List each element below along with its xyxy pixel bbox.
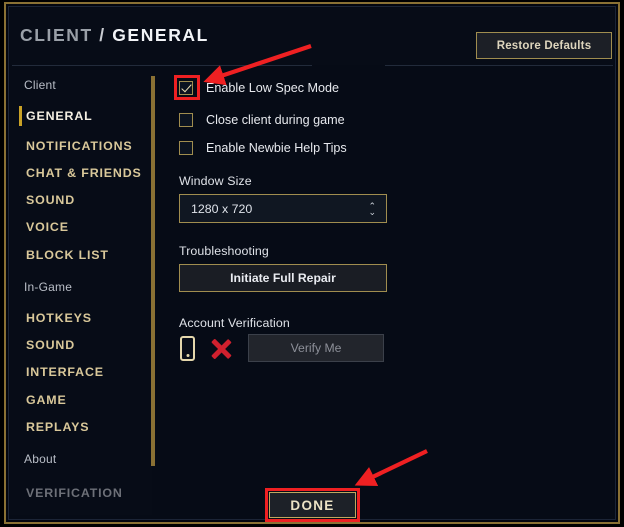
sidebar-item-label: GENERAL (26, 109, 93, 123)
sidebar-item-chat-friends[interactable]: CHAT & FRIENDS (18, 162, 152, 184)
settings-sidebar: Client GENERAL NOTIFICATIONS CHAT & FRIE… (10, 70, 152, 515)
done-button-wrapper: DONE (265, 488, 360, 522)
sidebar-item-block-list[interactable]: BLOCK LIST (18, 244, 152, 266)
checkbox-row-close-client-during-game[interactable]: Close client during game (179, 110, 345, 130)
checkbox-row-enable-newbie-help-tips[interactable]: Enable Newbie Help Tips (179, 138, 347, 158)
sidebar-group-label-in-game: In-Game (24, 280, 73, 294)
section-label-window-size: Window Size (179, 174, 252, 188)
sidebar-item-label: HOTKEYS (26, 311, 92, 325)
restore-defaults-button[interactable]: Restore Defaults (476, 32, 612, 59)
sidebar-item-notifications[interactable]: NOTIFICATIONS (18, 135, 152, 157)
sidebar-item-sound-ingame[interactable]: SOUND (18, 334, 152, 356)
checkbox-icon-unchecked[interactable] (179, 113, 193, 127)
sidebar-item-verification[interactable]: VERIFICATION (18, 482, 152, 504)
chevron-down-icon: ⌄ (368, 206, 376, 217)
red-x-icon (210, 338, 232, 360)
window-size-selected-value: 1280 x 720 (191, 201, 253, 216)
section-label-troubleshooting: Troubleshooting (179, 244, 269, 258)
client-settings-window: CLIENT / GENERAL Restore Defaults Client… (0, 0, 624, 527)
initiate-full-repair-button[interactable]: Initiate Full Repair (179, 264, 387, 292)
checkbox-icon-unchecked[interactable] (179, 141, 193, 155)
sidebar-group-label-client: Client (24, 78, 56, 92)
sidebar-item-hotkeys[interactable]: HOTKEYS (18, 307, 152, 329)
checkbox-label: Enable Newbie Help Tips (206, 141, 347, 155)
page-title: CLIENT / GENERAL (20, 25, 209, 46)
sidebar-item-sound-client[interactable]: SOUND (18, 189, 152, 211)
sidebar-item-label: REPLAYS (26, 420, 90, 434)
sidebar-group-label-about: About (24, 452, 57, 466)
sidebar-item-replays[interactable]: REPLAYS (18, 416, 152, 438)
sidebar-item-voice[interactable]: VOICE (18, 216, 152, 238)
sidebar-scrollbar[interactable] (151, 76, 155, 466)
checkbox-row-enable-low-spec-mode[interactable]: Enable Low Spec Mode (179, 78, 339, 98)
header-divider-left (12, 65, 312, 66)
header-bar: CLIENT / GENERAL Restore Defaults (10, 8, 614, 65)
sidebar-item-label: SOUND (26, 338, 75, 352)
sidebar-item-label: INTERFACE (26, 365, 104, 379)
sidebar-item-label: GAME (26, 393, 67, 407)
checkbox-label: Close client during game (206, 113, 345, 127)
checkbox-icon-checked[interactable] (179, 81, 193, 95)
breadcrumb-current: GENERAL (112, 25, 209, 45)
settings-main-panel: Enable Low Spec Mode Close client during… (160, 70, 614, 515)
sidebar-item-interface[interactable]: INTERFACE (18, 361, 152, 383)
sidebar-item-label: VERIFICATION (26, 486, 123, 500)
verify-me-button[interactable]: Verify Me (248, 334, 384, 362)
sidebar-item-label: VOICE (26, 220, 69, 234)
sidebar-item-label: NOTIFICATIONS (26, 139, 133, 153)
annotation-highlight-done (265, 488, 360, 522)
phone-icon (180, 336, 195, 361)
sidebar-item-game[interactable]: GAME (18, 389, 152, 411)
section-label-account-verification: Account Verification (179, 316, 290, 330)
sidebar-item-label: SOUND (26, 193, 75, 207)
sidebar-item-label: CHAT & FRIENDS (26, 166, 142, 180)
sidebar-item-label: BLOCK LIST (26, 248, 109, 262)
breadcrumb-parent: CLIENT (20, 25, 93, 45)
breadcrumb-separator: / (99, 25, 106, 45)
header-divider-right (385, 65, 613, 66)
checkbox-label: Enable Low Spec Mode (206, 81, 340, 95)
chevron-up-down-icon[interactable]: ⌃ ⌄ (368, 201, 376, 217)
window-size-select[interactable]: 1280 x 720 ⌃ ⌄ (179, 194, 387, 223)
sidebar-item-general[interactable]: GENERAL (18, 105, 152, 127)
